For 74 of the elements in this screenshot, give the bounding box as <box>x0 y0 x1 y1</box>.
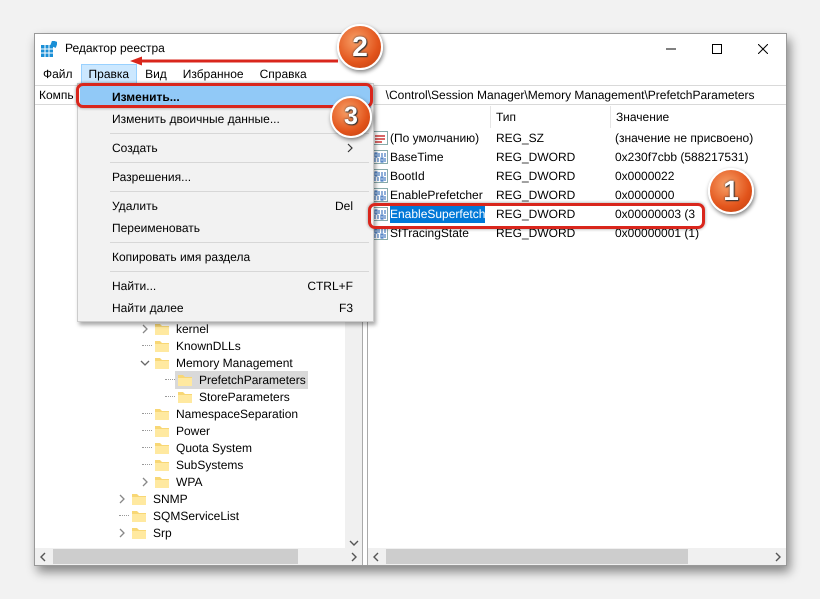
value-type: REG_DWORD <box>495 206 576 222</box>
folder-icon <box>154 356 170 370</box>
shortcut-label: CTRL+F <box>307 278 353 295</box>
scroll-left-icon[interactable] <box>39 552 47 562</box>
shortcut-label: F3 <box>338 300 353 317</box>
menu-bar-item[interactable]: Избранное <box>174 64 252 84</box>
column-header[interactable]: Тип <box>490 106 610 128</box>
tree-item[interactable]: Srp <box>151 524 174 542</box>
value-data: 0x230f7cbb (588217531) <box>614 148 748 166</box>
folder-icon <box>177 390 193 404</box>
menu-item[interactable]: Разрешения... <box>80 166 210 188</box>
value-data: 0x0000022 <box>614 168 674 184</box>
menu-item[interactable]: Создать <box>80 137 371 159</box>
tree-item[interactable]: Power <box>174 422 212 440</box>
value-type: REG_DWORD <box>495 224 576 242</box>
address-text: \Control\Session Manager\Memory Management\PrefetchParameters <box>386 87 755 104</box>
menu-bar-item[interactable]: Правка <box>80 64 138 84</box>
maximize-icon[interactable] <box>712 44 722 54</box>
value-name[interactable]: EnablePrefetcher <box>390 186 483 204</box>
close-icon[interactable] <box>758 44 768 54</box>
tree-item[interactable]: WPA <box>174 472 204 490</box>
folder-icon <box>154 338 170 352</box>
menu-item[interactable]: Переименовать <box>80 217 218 239</box>
tree-item[interactable]: SQMServiceList <box>151 506 242 524</box>
value-data: 0x00000003 (3 <box>614 206 696 222</box>
menu-item[interactable]: Найти... CTRL+F <box>80 275 371 297</box>
menu-bar-item[interactable]: Справка <box>252 64 315 84</box>
scroll-right-icon[interactable] <box>350 552 358 562</box>
menu-bar-item[interactable]: Вид <box>137 64 175 84</box>
folder-icon <box>131 526 147 540</box>
value-type: REG_DWORD <box>495 186 576 204</box>
folder-icon <box>154 440 170 454</box>
menu-item[interactable]: Удалить Del <box>80 195 371 217</box>
folder-icon <box>131 508 147 522</box>
tree-item[interactable]: SNMP <box>151 490 190 508</box>
value-data: 0x00000001 (1) <box>614 224 700 242</box>
folder-icon <box>154 424 170 438</box>
folder-icon <box>154 406 170 420</box>
value-data: 0x0000000 <box>614 186 674 204</box>
address-text: Компь <box>39 87 74 104</box>
shortcut-label: Del <box>334 198 353 215</box>
column-header[interactable]: Значение <box>610 106 786 128</box>
tree-item[interactable]: StoreParameters <box>197 388 292 406</box>
menu-item[interactable]: Найти далее F3 <box>80 297 371 319</box>
tree-item[interactable]: SubSystems <box>174 456 246 474</box>
horizontal-scrollbar[interactable] <box>35 548 362 565</box>
value-data: (значение не присвоено) <box>614 130 754 146</box>
scroll-down-icon[interactable] <box>348 540 358 548</box>
registry-app-icon <box>41 41 57 57</box>
horizontal-scrollbar[interactable] <box>368 548 786 565</box>
folder-icon <box>154 458 170 472</box>
folder-icon <box>131 492 147 506</box>
folder-icon <box>154 474 170 488</box>
tree-item[interactable]: Quota System <box>174 438 254 456</box>
chevron-down-icon[interactable] <box>138 358 152 368</box>
value-name[interactable]: SfTracingState <box>390 224 469 242</box>
tree-item[interactable]: KnownDLLs <box>174 336 243 354</box>
value-name[interactable]: (По умолчанию) <box>390 128 480 146</box>
tree-item[interactable]: NamespaceSeparation <box>174 404 300 422</box>
scroll-right-icon[interactable] <box>774 552 782 562</box>
folder-icon <box>154 322 170 336</box>
folder-icon <box>177 372 193 386</box>
tree-item[interactable]: kernel <box>174 320 211 338</box>
menu-bar-item[interactable]: Файл <box>35 64 81 84</box>
window-title: Редактор реестра <box>65 42 165 56</box>
value-type: REG_DWORD <box>495 168 576 184</box>
scroll-left-icon[interactable] <box>372 552 380 562</box>
value-type: REG_SZ <box>495 130 546 146</box>
menu-item[interactable]: Копировать имя раздела <box>80 246 268 268</box>
tree-item[interactable]: Memory Management <box>174 354 295 372</box>
value-name[interactable]: BootId <box>390 166 425 184</box>
value-name[interactable]: BaseTime <box>390 148 444 166</box>
menu-item[interactable]: Изменить двоичные данные... <box>80 108 298 130</box>
value-type: REG_DWORD <box>495 148 576 166</box>
